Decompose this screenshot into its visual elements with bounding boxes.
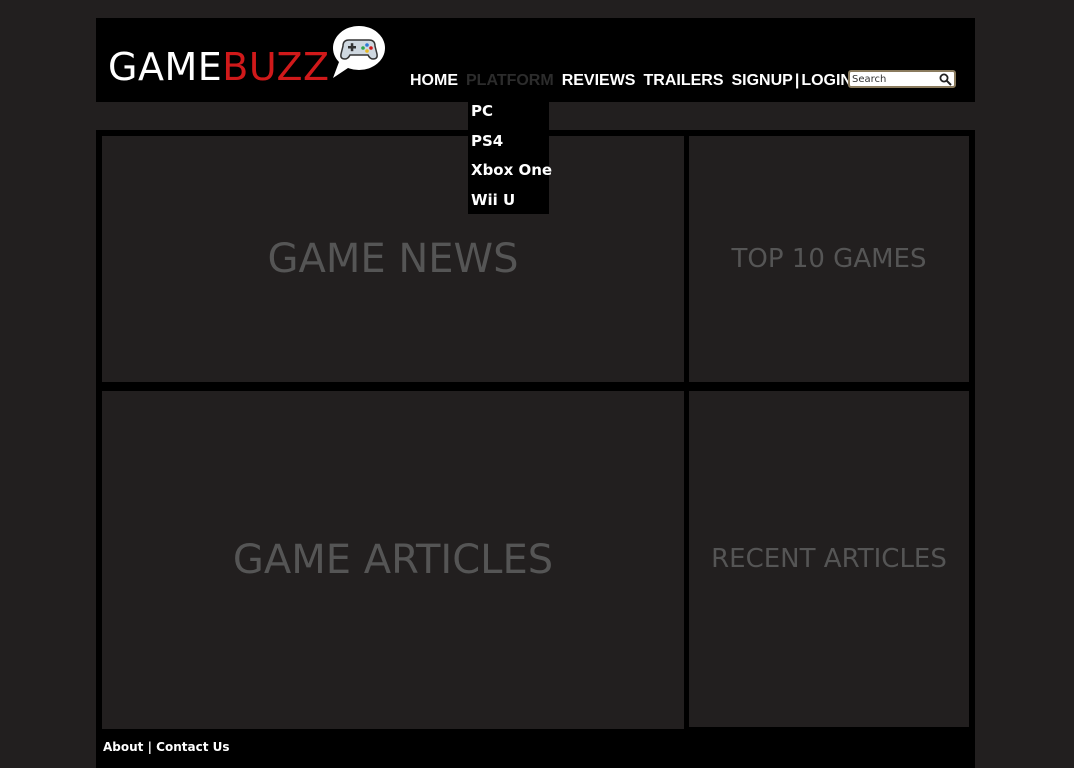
recent-articles-panel: RECENT ARTICLES — [689, 391, 969, 727]
footer: About | Contact Us — [103, 740, 230, 758]
footer-about-link[interactable]: About — [103, 740, 143, 754]
nav-home[interactable]: HOME — [410, 72, 458, 92]
top-10-games-title: TOP 10 GAMES — [731, 244, 927, 274]
nav-signup[interactable]: SIGNUP — [731, 72, 792, 92]
search-box — [848, 70, 956, 88]
platform-dropdown-menu: PC PS4 Xbox One Wii U — [468, 102, 552, 214]
game-news-panel: GAME NEWS — [102, 136, 684, 382]
nav-login[interactable]: LOGIN — [801, 72, 852, 92]
dropdown-item-pc[interactable]: PC — [471, 102, 493, 120]
nav-platform[interactable]: PLATFORM — [466, 72, 554, 92]
logo-text-buzz: BUZZ — [222, 45, 330, 89]
nav-reviews[interactable]: REVIEWS — [562, 72, 636, 92]
site-header: GAMEBUZZ HOME PLATFORM REVIEWS TRAILERS … — [96, 18, 975, 102]
footer-separator: | — [147, 740, 152, 754]
logo-text-game: GAME — [108, 45, 223, 89]
game-news-title: GAME NEWS — [267, 236, 519, 282]
footer-contact-link[interactable]: Contact Us — [156, 740, 229, 754]
magnifier-icon[interactable] — [939, 73, 952, 86]
site-logo[interactable]: GAMEBUZZ — [108, 48, 330, 86]
recent-articles-title: RECENT ARTICLES — [711, 544, 947, 574]
dropdown-item-ps4[interactable]: PS4 — [471, 132, 503, 150]
main-nav: HOME PLATFORM REVIEWS TRAILERS SIGNUP | … — [410, 72, 860, 92]
nav-trailers[interactable]: TRAILERS — [643, 72, 723, 92]
game-articles-title: GAME ARTICLES — [232, 537, 554, 583]
content-area: GAME NEWS TOP 10 GAMES GAME ARTICLES REC… — [96, 130, 975, 768]
nav-separator: | — [794, 72, 800, 89]
gamepad-speech-bubble-icon — [333, 26, 385, 78]
top-10-games-panel: TOP 10 GAMES — [689, 136, 969, 382]
dropdown-item-xbox-one[interactable]: Xbox One — [471, 161, 552, 179]
game-articles-panel: GAME ARTICLES — [102, 391, 684, 729]
dropdown-item-wii-u[interactable]: Wii U — [471, 191, 515, 209]
search-input[interactable] — [852, 72, 936, 86]
